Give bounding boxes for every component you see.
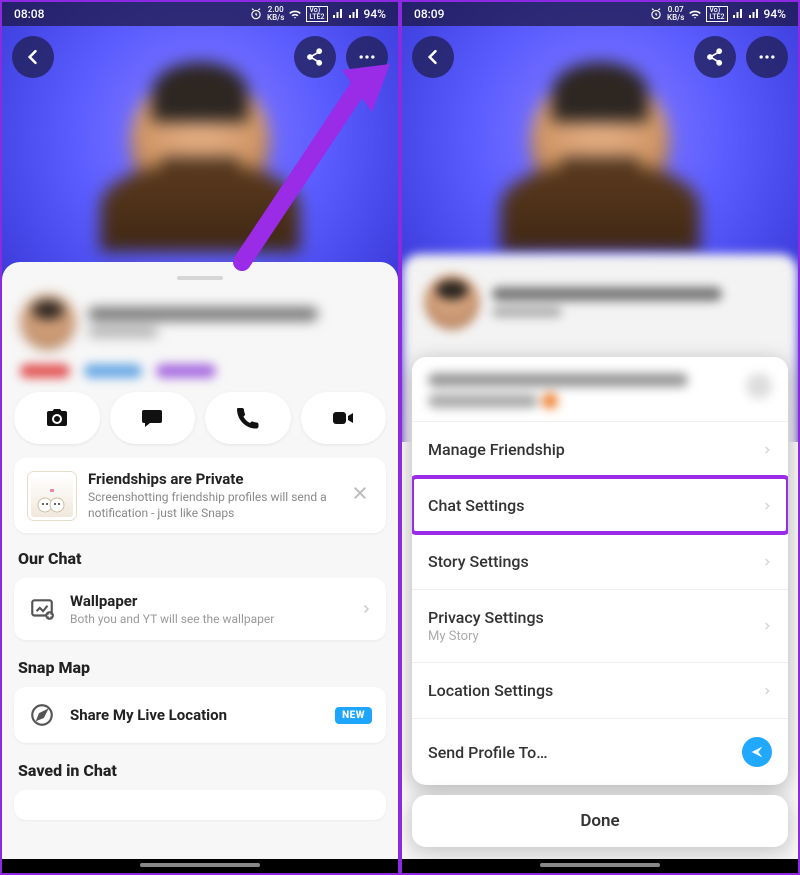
nav-bar xyxy=(402,859,798,873)
profile-sheet: Friendships are Private Screenshotting f… xyxy=(2,262,398,873)
menu-send-profile[interactable]: Send Profile To… xyxy=(412,718,788,785)
share-icon xyxy=(705,47,725,67)
menu-chat-settings[interactable]: Chat Settings xyxy=(412,477,788,533)
camera-button[interactable] xyxy=(14,392,100,444)
privacy-card-title: Friendships are Private xyxy=(88,470,336,488)
chevron-right-icon xyxy=(360,600,372,618)
section-saved: Saved in Chat xyxy=(18,761,382,780)
signal-icon xyxy=(332,8,344,20)
sheet-handle[interactable] xyxy=(177,276,223,280)
privacy-card-sub: Screenshotting friendship profiles will … xyxy=(88,490,336,521)
status-icons: 0.07KB/s Vo)LTE2 94% xyxy=(649,6,786,22)
status-time: 08:08 xyxy=(14,7,44,21)
phone-left: 08:08 2.00KB/s Vo)LTE2 94% xyxy=(0,0,400,875)
chevron-left-icon xyxy=(423,47,443,67)
action-row xyxy=(14,392,386,444)
nav-bar xyxy=(2,859,398,873)
call-button[interactable] xyxy=(205,392,291,444)
location-icon xyxy=(28,701,56,729)
done-button[interactable]: Done xyxy=(412,795,788,847)
menu-privacy-settings[interactable]: Privacy Settings My Story xyxy=(412,589,788,662)
status-icons: 2.00KB/s Vo)LTE2 94% xyxy=(249,6,386,22)
battery-pct: 94% xyxy=(764,7,786,21)
section-our-chat: Our Chat xyxy=(18,549,382,568)
more-button[interactable] xyxy=(346,36,388,78)
privacy-card: Friendships are Private Screenshotting f… xyxy=(14,458,386,533)
battery-pct: 94% xyxy=(364,7,386,21)
section-snap-map: Snap Map xyxy=(18,658,382,677)
status-time: 08:09 xyxy=(414,7,444,21)
dismiss-button[interactable] xyxy=(348,481,372,510)
more-horizontal-icon xyxy=(357,47,377,67)
menu-header xyxy=(412,357,788,421)
back-button[interactable] xyxy=(412,36,454,78)
camera-icon xyxy=(45,406,69,430)
chevron-right-icon xyxy=(762,442,772,458)
status-bar: 08:08 2.00KB/s Vo)LTE2 94% xyxy=(2,2,398,26)
send-icon xyxy=(742,737,772,767)
share-button[interactable] xyxy=(694,36,736,78)
chevron-right-icon xyxy=(762,683,772,699)
back-button[interactable] xyxy=(12,36,54,78)
wallpaper-title: Wallpaper xyxy=(70,592,346,610)
signal-icon-2 xyxy=(748,8,760,20)
alarm-icon xyxy=(249,7,263,21)
share-location-row[interactable]: Share My Live Location NEW xyxy=(14,687,386,743)
menu-location-settings[interactable]: Location Settings xyxy=(412,662,788,718)
wifi-icon xyxy=(288,7,302,21)
signal-icon xyxy=(732,8,744,20)
avatar xyxy=(424,274,480,330)
share-button[interactable] xyxy=(294,36,336,78)
share-icon xyxy=(305,47,325,67)
chevron-right-icon xyxy=(762,554,772,570)
wallpaper-row[interactable]: Wallpaper Both you and YT will see the w… xyxy=(14,578,386,640)
menu-manage-friendship[interactable]: Manage Friendship xyxy=(412,421,788,477)
avatar xyxy=(20,294,76,350)
new-badge: NEW xyxy=(335,707,372,724)
bitmoji-avatar xyxy=(90,32,310,252)
more-button[interactable] xyxy=(746,36,788,78)
chevron-right-icon xyxy=(762,498,772,514)
chevron-left-icon xyxy=(23,47,43,67)
share-location-title: Share My Live Location xyxy=(70,706,321,724)
video-button[interactable] xyxy=(301,392,387,444)
chat-button[interactable] xyxy=(110,392,196,444)
wallpaper-icon xyxy=(28,595,56,623)
profile-badges xyxy=(14,356,386,392)
options-menu: Manage Friendship Chat Settings Story Se… xyxy=(412,357,788,785)
close-icon xyxy=(352,485,368,501)
wallpaper-sub: Both you and YT will see the wallpaper xyxy=(70,612,346,626)
wifi-icon xyxy=(688,7,702,21)
phone-right: 08:09 0.07KB/s Vo)LTE2 94% xyxy=(400,0,800,875)
alarm-icon xyxy=(649,7,663,21)
status-bar: 08:09 0.07KB/s Vo)LTE2 94% xyxy=(402,2,798,26)
polaroid-icon xyxy=(28,472,76,520)
chevron-right-icon xyxy=(762,618,772,634)
chat-icon xyxy=(140,406,164,430)
signal-icon-2 xyxy=(348,8,360,20)
phone-icon xyxy=(236,406,260,430)
video-icon xyxy=(330,406,356,430)
menu-story-settings[interactable]: Story Settings xyxy=(412,533,788,589)
more-horizontal-icon xyxy=(757,47,777,67)
bitmoji-avatar xyxy=(490,32,710,252)
profile-header xyxy=(14,290,386,356)
